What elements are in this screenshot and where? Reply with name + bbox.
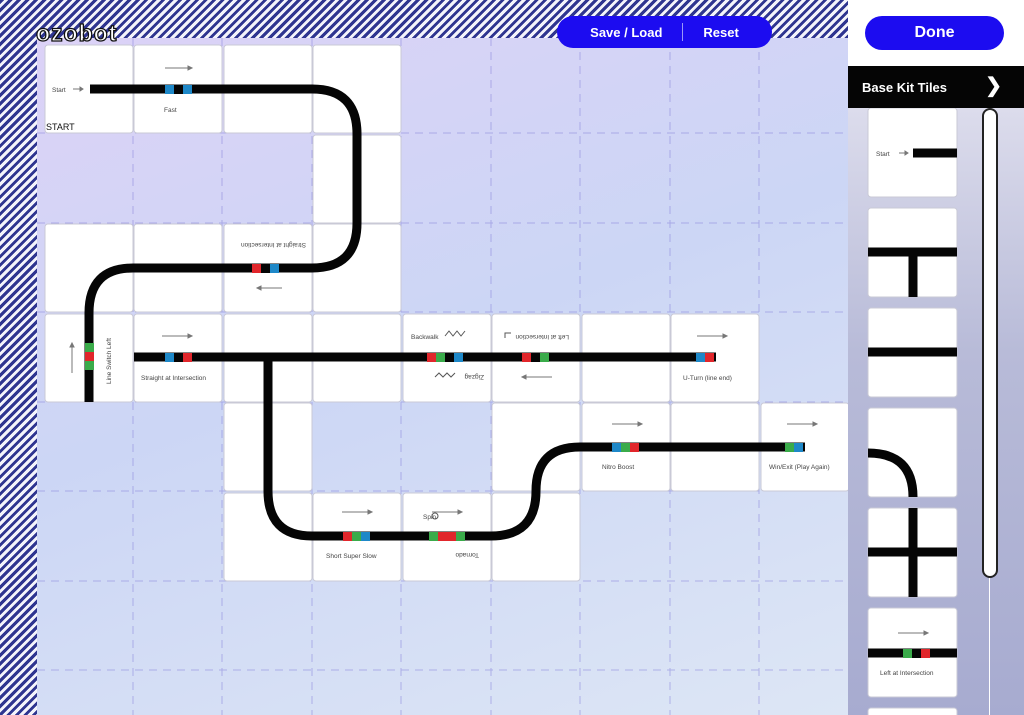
kit-scrollbar[interactable]: [982, 108, 998, 578]
label-zigzag: Zigzag: [464, 373, 484, 380]
label-short-super-slow: Short Super Slow: [326, 553, 377, 560]
label-win-exit: Win/Exit (Play Again): [769, 464, 830, 471]
label-tornado: Tornado: [455, 551, 479, 558]
label-start: Start: [52, 87, 66, 94]
label-backwalk: Backwalk: [411, 334, 439, 341]
label-nitro-boost: Nitro Boost: [602, 464, 634, 471]
label-straight-at-intersection-flipped: Straight at Intersection: [241, 241, 306, 248]
top-toolbar: Save / Load Reset: [557, 16, 772, 48]
reset-button[interactable]: Reset: [703, 25, 738, 40]
kit-label-left-at-intersection: Left at Intersection: [880, 670, 934, 677]
label-line-switch-left: Line Switch Left: [106, 338, 113, 384]
save-load-button[interactable]: Save / Load: [590, 25, 662, 40]
done-button[interactable]: Done: [865, 16, 1004, 50]
kit-tile-next[interactable]: [867, 707, 958, 715]
track-board[interactable]: Start START Fast Straight at Intersectio…: [37, 38, 848, 715]
label-spin: Spin: [423, 514, 436, 521]
label-start-caption: START: [46, 122, 75, 132]
label-fast: Fast: [164, 107, 177, 114]
label-u-turn: U-Turn (line end): [683, 375, 732, 382]
label-straight-at-intersection: Straight at Intersection: [141, 375, 206, 382]
ozobot-logo: ozobot: [35, 19, 118, 46]
scrollbar-guide: [989, 578, 990, 715]
toolbar-divider: [682, 23, 684, 41]
label-left-at-intersection: Left at Intersection: [515, 333, 569, 340]
kit-label-start: Start: [876, 151, 890, 158]
chevron-right-icon[interactable]: ❯: [985, 76, 1002, 96]
kit-selector[interactable]: Base Kit Tiles ❯: [848, 66, 1024, 108]
kit-title: Base Kit Tiles: [862, 79, 948, 95]
board-canvas[interactable]: Start START Fast Straight at Intersectio…: [37, 38, 848, 715]
